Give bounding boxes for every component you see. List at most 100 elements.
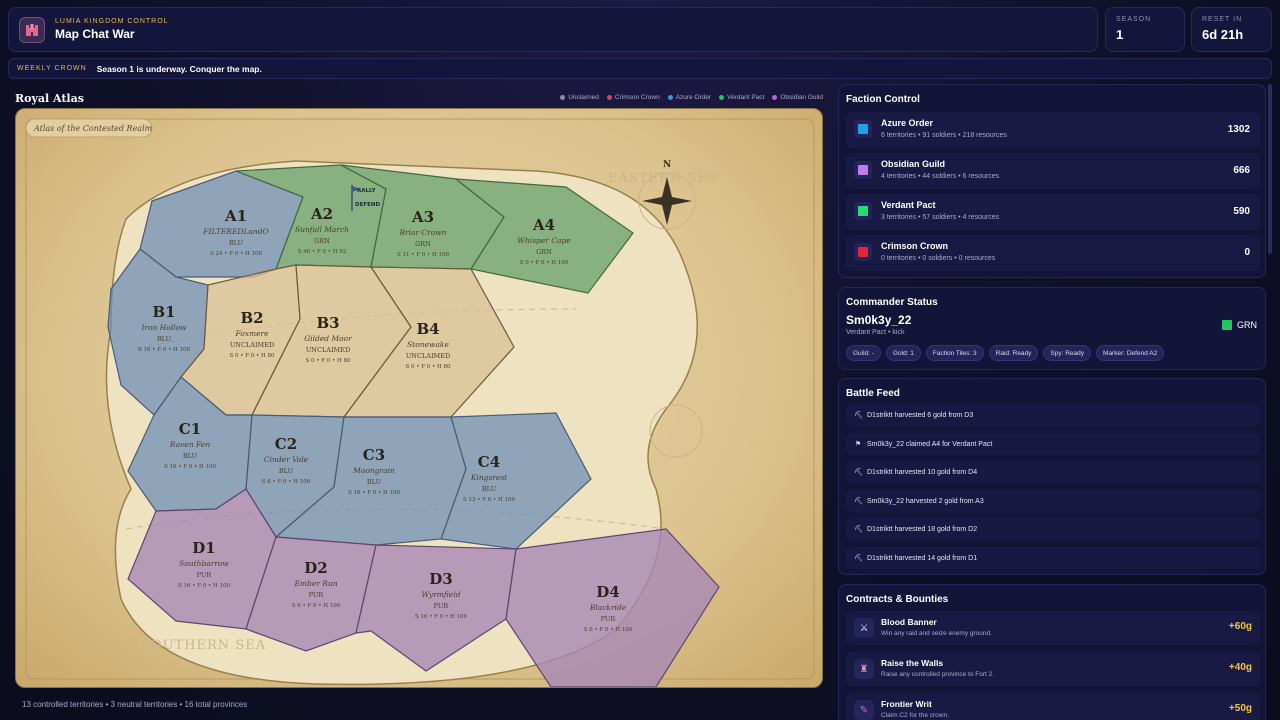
faction-color-chip — [854, 202, 872, 220]
bounty-desc: Claim C2 for the crown. — [881, 712, 949, 719]
battle-feed-panel: Battle Feed ⛏ D1striktt harvested 6 gold … — [838, 378, 1266, 575]
sidebar-scrollbar[interactable] — [1268, 84, 1272, 254]
faction-meta: 6 territories • 91 soldiers • 218 resour… — [881, 132, 1007, 139]
territory-stats: S 0 • F 0 • H 80 — [405, 364, 451, 370]
chip-gold[interactable]: Gold: 1 — [885, 345, 921, 361]
faction-score: 666 — [1233, 165, 1250, 176]
territory-id: D3 — [429, 570, 452, 588]
commander-faction-badge: GRN — [1222, 320, 1257, 330]
territory-owner: GRN — [314, 237, 330, 245]
faction-meta: 4 territories • 44 soldiers • 6 resource… — [881, 173, 1000, 180]
territory-owner: PUR — [309, 591, 325, 599]
territory-name: Briar Crown — [398, 228, 446, 237]
territory-id: C1 — [179, 420, 201, 438]
faction-row-verdant[interactable]: Verdant Pact 3 territories • 57 soldiers… — [846, 194, 1260, 230]
territory-stats: S 16 • F 0 • H 100 — [415, 614, 468, 620]
chip-raid[interactable]: Raid: Ready — [988, 345, 1039, 361]
faction-meta: 3 territories • 57 soldiers • 4 resource… — [881, 214, 1000, 221]
brand-subtitle: Lumia Kingdom Control — [55, 18, 169, 25]
legend-dot — [606, 95, 612, 100]
chip-guild[interactable]: Guild: - — [846, 345, 881, 361]
legend-item-crimson: Crimson Crown — [606, 94, 660, 101]
pickaxe-icon: ⛏ — [854, 526, 863, 533]
feed-text: D1striktt harvested 18 gold from D2 — [867, 525, 978, 533]
legend-item-unclaimed: Unclaimed — [560, 94, 599, 101]
territory-stats: S 0 • F 0 • H 80 — [305, 358, 351, 364]
feed-text: D1striktt harvested 10 gold from D4 — [867, 468, 978, 476]
faction-score: 590 — [1233, 206, 1250, 217]
territory-id: B1 — [152, 303, 175, 321]
territory-name: Whisper Cape — [517, 236, 571, 245]
territory-id: B4 — [416, 320, 439, 338]
feed-item: ⛏ D1striktt harvested 18 gold from D2 — [846, 518, 1260, 540]
territory-name: Ember Run — [293, 579, 337, 588]
map-canvas[interactable]: Atlas of the Contested Realm EASTERN SEA… — [16, 109, 823, 688]
chip-spy[interactable]: Spy: Ready — [1043, 345, 1092, 361]
pickaxe-icon: ⛏ — [854, 555, 863, 562]
faction-row-azure[interactable]: Azure Order 6 territories • 91 soldiers … — [846, 112, 1260, 148]
reset-stat: Reset In 6d 21h — [1191, 7, 1272, 52]
faction-color-chip — [854, 243, 872, 261]
faction-row-obsidian[interactable]: Obsidian Guild 4 territories • 44 soldie… — [846, 153, 1260, 189]
territory-stats: S 6 • F 0 • H 100 — [584, 627, 633, 633]
royal-atlas-map[interactable]: Atlas of the Contested Realm EASTERN SEA… — [15, 108, 823, 688]
chip-marker[interactable]: Marker: Defend A2 — [1096, 345, 1165, 361]
legend-dot — [772, 95, 778, 100]
territory-name: Iron Hollow — [140, 323, 187, 332]
faction-name: Crimson Crown — [881, 241, 949, 251]
season-value: 1 — [1116, 27, 1124, 42]
scroll-pin-icon: ✎ — [854, 700, 874, 720]
faction-color-swatch — [1222, 320, 1232, 330]
legend-item-obsidian: Obsidian Guild — [772, 94, 823, 101]
legend-label: Verdant Pact — [727, 94, 765, 101]
faction-score: 0 — [1244, 247, 1250, 258]
faction-color-swatch — [858, 124, 868, 134]
territory-stats: S 16 • F 0 • H 100 — [138, 347, 191, 353]
territory-id: C3 — [363, 446, 385, 464]
faction-color-chip — [854, 161, 872, 179]
territory-owner: BLU — [482, 485, 497, 493]
territory-owner: PUR — [434, 602, 450, 610]
panel-title: Faction Control — [846, 94, 920, 105]
territory-owner: BLU — [229, 239, 244, 247]
feed-item: ⛏ D1striktt harvested 10 gold from D4 — [846, 461, 1260, 483]
bounty-name: Frontier Writ — [881, 699, 932, 709]
territory-name: Blackride — [589, 603, 627, 612]
territory-owner: GRN — [415, 240, 431, 248]
feed-text: D1striktt harvested 14 gold from D1 — [867, 554, 978, 562]
territory-stats: S 46 • F 0 • H 92 — [298, 249, 347, 255]
chip-faction-tiles[interactable]: Faction Tiles: 3 — [925, 345, 984, 361]
legend-dot — [667, 95, 673, 100]
territory-owner: PUR — [197, 571, 213, 579]
faction-row-crimson[interactable]: Crimson Crown 0 territories • 0 soldiers… — [846, 235, 1260, 271]
territory-stats: S 6 • F 0 • H 100 — [262, 479, 311, 485]
panel-title: Commander Status — [846, 297, 938, 308]
reset-label: Reset In — [1202, 16, 1243, 23]
territory-name: Wyrmfield — [421, 590, 460, 599]
territory-stats: S 16 • F 0 • H 100 — [348, 490, 401, 496]
legend-item-azure: Azure Order — [667, 94, 711, 101]
panel-title: Contracts & Bounties — [846, 594, 949, 605]
feed-text: D1striktt harvested 6 gold from D3 — [867, 411, 974, 419]
bounty-item[interactable]: ✎ Frontier Writ Claim C2 for the crown. … — [846, 693, 1260, 720]
territory-stats: S 0 • F 0 • H 100 — [520, 260, 569, 266]
commander-name: Sm0k3y_22 — [846, 313, 912, 327]
territory-name: Raven Fen — [169, 440, 210, 449]
bounty-reward: +40g — [1228, 662, 1252, 673]
territory-id: C2 — [275, 435, 297, 453]
commander-faction: Verdant Pact • kick — [846, 329, 905, 336]
territory-name: FILTEREDLandO — [202, 227, 268, 236]
faction-score: 1302 — [1227, 124, 1250, 135]
territory-owner: PUR — [601, 615, 617, 623]
season-stat: Season 1 — [1105, 7, 1185, 52]
legend-item-verdant: Verdant Pact — [719, 94, 764, 101]
faction-name: Obsidian Guild — [881, 159, 946, 169]
feed-item: ⛏ Sm0k3y_22 harvested 2 gold from A3 — [846, 490, 1260, 512]
bounty-name: Blood Banner — [881, 617, 937, 627]
territory-id: A4 — [532, 216, 555, 234]
map-caption: Atlas of the Contested Realm — [33, 124, 153, 133]
legend-dot — [560, 95, 566, 100]
bounty-item[interactable]: ⚔ Blood Banner Win any raid and seize en… — [846, 611, 1260, 645]
faction-name: Azure Order — [881, 118, 934, 128]
bounty-item[interactable]: ♜ Raise the Walls Raise any controlled p… — [846, 652, 1260, 686]
